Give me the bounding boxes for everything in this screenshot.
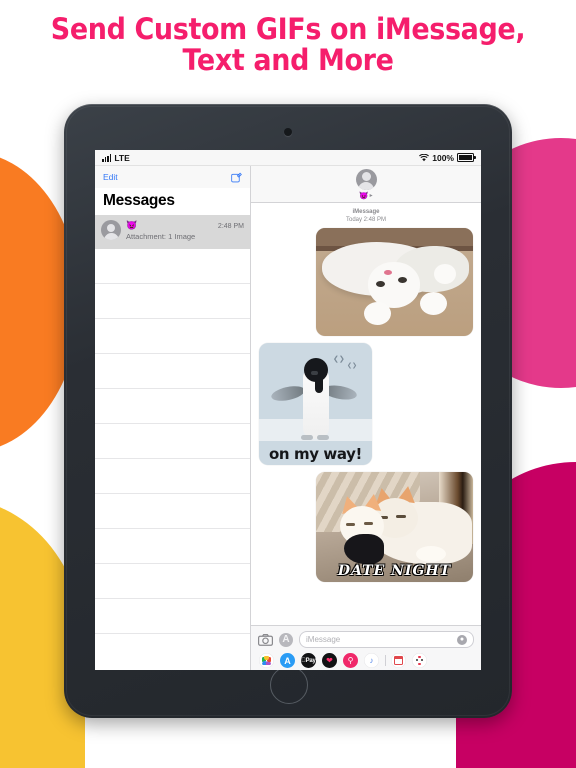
microphone-icon[interactable]: ●: [457, 634, 467, 645]
gif-caption: DATE NIGHT: [337, 563, 452, 580]
search-input[interactable]: iMessage ●: [299, 631, 474, 648]
message-thread[interactable]: iMessage Today 2:48 PM ❮❯ ❮❯ on my way! …: [251, 203, 481, 625]
device-screen: LTE 100% Edit Messages 👿 2:48 PM Attachm…: [95, 150, 481, 670]
app-store-icon[interactable]: A: [279, 632, 293, 647]
empty-list-rows: [95, 249, 250, 670]
message-composer: A iMessage ● A Pay ❤ ⚲ ♪: [251, 625, 481, 670]
promo-headline: Send Custom GIFs on iMessage, Text and M…: [20, 12, 556, 78]
list-row-empty: [95, 494, 250, 529]
headline-line-1: Send Custom GIFs on iMessage,: [50, 12, 526, 46]
conversation-list-pane: Edit Messages 👿 2:48 PM Attachment: 1 Im…: [95, 166, 251, 670]
images-search-app-icon[interactable]: ⚲: [343, 653, 358, 668]
list-row-empty: [95, 599, 250, 634]
message-bubble-gif[interactable]: DATE NIGHT: [316, 472, 473, 583]
timestamp: 2:48 PM: [217, 223, 244, 230]
wifi-icon: [419, 153, 430, 161]
conversation-pane: 👿 ▸ iMessage Today 2:48 PM ❮❯ ❮❯ on my w…: [251, 166, 481, 670]
message-bubble-image[interactable]: [316, 228, 473, 337]
more-apps-icon[interactable]: [411, 653, 427, 668]
digital-touch-app-icon[interactable]: ❤: [322, 653, 337, 668]
bird-icon: ❮❯: [333, 356, 345, 364]
bird-icon: ❮❯: [347, 363, 358, 370]
contact-name-label: 👿: [359, 190, 369, 200]
status-bar-left: LTE: [102, 153, 130, 163]
compose-icon[interactable]: [231, 172, 242, 183]
photos-app-icon[interactable]: [259, 653, 274, 668]
page-title: Messages: [103, 192, 175, 209]
list-item-top: 👿 2:48 PM: [126, 220, 244, 231]
status-bar-right: 100%: [419, 152, 476, 163]
thread-service-label: iMessage: [352, 209, 380, 215]
home-button[interactable]: [270, 666, 308, 704]
contact-name: 👿: [126, 220, 138, 230]
composer-row: A iMessage ●: [258, 631, 474, 648]
message-input-placeholder: iMessage: [306, 635, 341, 644]
list-row-empty: [95, 424, 250, 459]
conversation-contact[interactable]: 👿 ▸: [359, 191, 372, 200]
messages-app: Edit Messages 👿 2:48 PM Attachment: 1 Im…: [95, 166, 481, 670]
list-row-empty: [95, 564, 250, 599]
person-avatar-icon: [355, 168, 377, 190]
camera-icon[interactable]: [258, 633, 273, 646]
list-row-empty: [95, 459, 250, 494]
imessage-app-drawer[interactable]: A Pay ❤ ⚲ ♪: [258, 653, 474, 668]
headline-line-2: Text and More: [182, 43, 394, 78]
battery-full-icon: [457, 153, 476, 162]
status-bar: LTE 100%: [95, 150, 481, 166]
apple-pay-app-icon[interactable]: Pay: [301, 653, 316, 668]
list-row-empty: [95, 354, 250, 389]
list-navbar: Edit: [95, 166, 250, 188]
conversation-header[interactable]: 👿 ▸: [251, 166, 481, 203]
gif-caption: on my way!: [269, 445, 362, 464]
app-drawer-divider: [385, 655, 386, 666]
message-preview: Attachment: 1 Image: [126, 232, 196, 241]
battery-percent-label: 100%: [432, 152, 454, 163]
calendar-app-icon[interactable]: [390, 653, 406, 668]
cat-stretch-image: [316, 228, 473, 337]
thread-timestamp: iMessage Today 2:48 PM: [259, 208, 473, 224]
person-avatar-icon: [101, 220, 121, 240]
list-row-empty: [95, 319, 250, 354]
thread-time-label: Today 2:48 PM: [345, 217, 387, 224]
message-bubble-gif[interactable]: ❮❯ ❮❯ on my way!: [259, 343, 372, 466]
edit-button[interactable]: Edit: [103, 172, 118, 182]
penguin-gif-image: ❮❯ ❮❯ on my way!: [259, 343, 372, 466]
list-row-empty: [95, 249, 250, 284]
carrier-label: LTE: [114, 152, 130, 163]
app-store-app-icon[interactable]: A: [280, 653, 295, 668]
list-item-content: 👿 2:48 PM Attachment: 1 Image: [126, 220, 244, 241]
list-row-empty: [95, 389, 250, 424]
tablet-device: LTE 100% Edit Messages 👿 2:48 PM Attachm…: [64, 104, 512, 718]
cellular-bars-icon: [102, 154, 112, 162]
date-night-gif-image: DATE NIGHT: [316, 472, 473, 583]
front-camera-icon: [284, 128, 292, 136]
list-item[interactable]: 👿 2:48 PM Attachment: 1 Image: [95, 215, 250, 249]
list-row-empty: [95, 529, 250, 564]
music-app-icon[interactable]: ♪: [364, 653, 379, 668]
chevron-right-icon: ▸: [369, 192, 373, 199]
list-row-empty: [95, 284, 250, 319]
